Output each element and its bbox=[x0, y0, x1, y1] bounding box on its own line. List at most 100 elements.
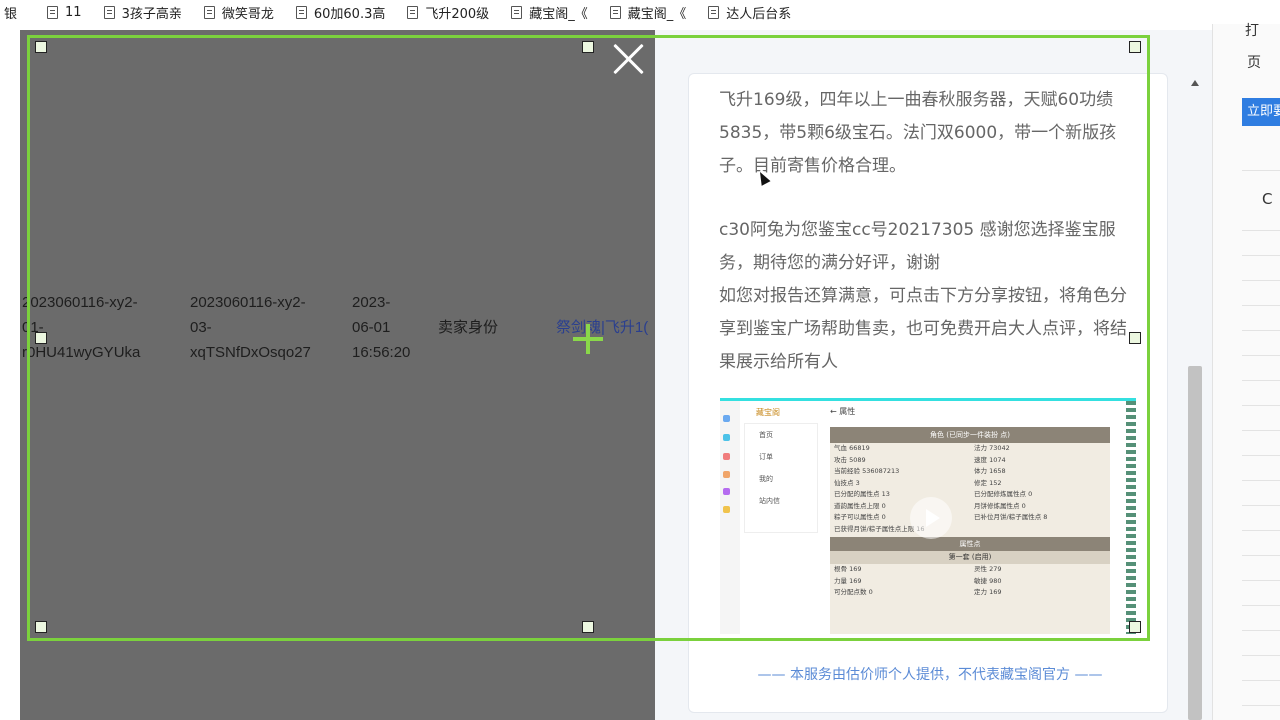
preview-row: 根骨 169 灵性 279 bbox=[830, 564, 1110, 576]
table-cell-role-id: 2023060116-xy2- 03- xqTSNfDxOsqo27 bbox=[190, 290, 340, 365]
stat: 已分配修炼属性点 0 bbox=[974, 490, 1033, 498]
divider bbox=[1242, 655, 1280, 656]
bookmark-item[interactable]: 11 bbox=[47, 5, 82, 20]
preview-subheader-set: 第一套 (启用) bbox=[830, 551, 1110, 564]
stat: 速度 1074 bbox=[974, 455, 1006, 464]
divider bbox=[1242, 330, 1280, 331]
stat: 可分配点数 0 bbox=[834, 588, 873, 596]
play-icon[interactable] bbox=[910, 497, 952, 539]
bookmark-item[interactable]: 银 bbox=[4, 3, 17, 22]
preview-menu-item: 站内信 bbox=[759, 497, 780, 505]
report-paragraph-1: 飞升169级，四年以上一曲春秋服务器，天赋60功绩5835，带5颗6级宝石。法门… bbox=[719, 90, 1117, 176]
side-item-page[interactable]: 页 bbox=[1247, 52, 1261, 72]
bookmark-label: 微笑哥龙 bbox=[221, 6, 274, 22]
page-icon bbox=[407, 5, 419, 19]
preview-stats-table: 角色 (已同步一件装扮 点) 气血 66819 法力 73042 攻击 5089 速… bbox=[830, 427, 1110, 634]
move-crosshair-icon[interactable] bbox=[573, 324, 603, 354]
divider bbox=[1242, 555, 1280, 556]
preview-title: ← 属性 bbox=[830, 407, 856, 416]
preview-row: 力量 169 敏捷 980 bbox=[830, 576, 1110, 588]
preview-menu-item: 首页 bbox=[759, 431, 773, 439]
resize-handle-top[interactable] bbox=[582, 41, 594, 53]
preview-nav bbox=[720, 401, 740, 634]
bookmark-item[interactable]: 飞升200级 bbox=[407, 3, 489, 22]
stat: 力量 169 bbox=[834, 576, 862, 585]
bookmark-label: 藏宝阁_《 bbox=[627, 6, 687, 22]
page-icon bbox=[609, 5, 621, 19]
preview-logo: 藏宝阁 bbox=[756, 408, 780, 417]
preview-row: 可分配点数 0 定力 169 bbox=[830, 587, 1110, 599]
preview-subheader: 属性点 bbox=[830, 537, 1110, 551]
stat: 当前经验 536087213 bbox=[834, 467, 900, 475]
resize-handle-right[interactable] bbox=[1129, 332, 1141, 344]
divider bbox=[1242, 305, 1280, 306]
bookmark-label: 达人后台系 bbox=[726, 6, 792, 22]
cell-line: 03- bbox=[190, 319, 212, 336]
preview-menu-item: 我的 bbox=[759, 475, 773, 483]
cell-line: 2023060116-xy2- bbox=[190, 294, 306, 311]
bookmark-item[interactable]: 达人后台系 bbox=[708, 3, 791, 22]
preview-menu: 首页 订单 我的 站内信 bbox=[744, 423, 818, 533]
bookmark-item[interactable]: 3孩子高亲 bbox=[103, 3, 182, 22]
table-cell-order-id: 2023060116-xy2- 01- r0HU41wyGYUka bbox=[22, 290, 182, 365]
bookmark-label: 银 bbox=[4, 6, 18, 22]
divider bbox=[1242, 705, 1280, 706]
bookmark-label: 11 bbox=[65, 4, 82, 20]
report-screenshot[interactable]: 藏宝阁 首页 订单 我的 站内信 ← 属性 角色 (已同步一件装扮 点) 气血 … bbox=[720, 398, 1136, 634]
stat: 已补位月饼/粽子属性点 8 bbox=[974, 513, 1048, 521]
stat: 攻击 5089 bbox=[834, 455, 866, 464]
divider bbox=[1242, 680, 1280, 681]
preview-row: 攻击 5089 速度 1074 bbox=[830, 455, 1110, 467]
stat: 仙技点 3 bbox=[834, 478, 860, 487]
side-item-print[interactable]: 打 bbox=[1245, 20, 1259, 40]
table-cell-role-link[interactable]: 祭剑魂|飞升1( bbox=[556, 315, 655, 340]
modal-backdrop[interactable] bbox=[20, 30, 655, 720]
bookmark-item[interactable]: 微笑哥龙 bbox=[203, 3, 274, 22]
bookmark-item[interactable]: 藏宝阁_《 bbox=[609, 3, 687, 22]
divider bbox=[1242, 530, 1280, 531]
divider bbox=[1242, 505, 1280, 506]
divider bbox=[1242, 580, 1280, 581]
resize-handle-top-left[interactable] bbox=[35, 41, 47, 53]
preview-row: 已分配的属性点 13 已分配修炼属性点 0 bbox=[830, 489, 1110, 501]
cell-line: 06-01 bbox=[352, 319, 391, 336]
side-letter: C bbox=[1262, 190, 1273, 208]
page-icon bbox=[511, 5, 523, 19]
divider bbox=[1242, 230, 1280, 231]
divider bbox=[1242, 255, 1280, 256]
bookmark-item[interactable]: 60加60.3高 bbox=[295, 3, 385, 22]
qr-code-icon bbox=[1126, 401, 1136, 634]
table-cell-date: 2023- 06-01 16:56:20 bbox=[352, 290, 432, 365]
page-icon bbox=[295, 5, 307, 19]
bookmark-label: 藏宝阁_《 bbox=[529, 6, 588, 22]
preview-row: 道韵属性点上限 0 月饼修炼属性点 0 bbox=[830, 501, 1110, 513]
resize-handle-bottom-left[interactable] bbox=[35, 621, 47, 633]
scroll-up-icon[interactable] bbox=[1191, 80, 1199, 86]
preview-menu-item: 订单 bbox=[759, 453, 773, 461]
resize-handle-top-right[interactable] bbox=[1129, 41, 1141, 53]
divider bbox=[1242, 280, 1280, 281]
page-left-edge bbox=[0, 24, 20, 720]
divider bbox=[1242, 480, 1280, 481]
divider bbox=[1242, 455, 1280, 456]
page-icon bbox=[103, 5, 115, 19]
resize-handle-bottom[interactable] bbox=[582, 621, 594, 633]
stat: 已分配的属性点 13 bbox=[834, 490, 890, 498]
bookmark-item[interactable]: 藏宝阁_《 bbox=[511, 3, 588, 22]
preview-row: 当前经验 536087213 体力 1658 bbox=[830, 466, 1110, 478]
stat bbox=[970, 524, 1110, 536]
report-paragraph-2: c30阿兔为您鉴宝cc号20217305 感谢您选择鉴宝服务，期待您的满分好评，… bbox=[719, 220, 1116, 273]
stat: 修定 152 bbox=[974, 478, 1002, 487]
side-action-button[interactable]: 立即要 bbox=[1242, 98, 1280, 126]
page-icon bbox=[203, 5, 215, 19]
resize-handle-bottom-right[interactable] bbox=[1129, 621, 1141, 633]
close-icon[interactable] bbox=[612, 42, 646, 76]
report-paragraph-3: 如您对报告还算满意，可点击下方分享按钮，将角色分享到鉴宝广场帮助售卖，也可免费开… bbox=[719, 286, 1127, 372]
table-cell-identity: 卖家身份 bbox=[438, 319, 499, 336]
scrollbar-thumb[interactable] bbox=[1188, 366, 1202, 720]
nav-dot-icon bbox=[723, 434, 730, 441]
cell-line: xqTSNfDxOsqo27 bbox=[190, 344, 311, 361]
resize-handle-left[interactable] bbox=[35, 332, 47, 344]
side-panel-edge bbox=[1212, 24, 1280, 720]
preview-row: 粽子可以属性点 0 已补位月饼/粽子属性点 8 bbox=[830, 512, 1110, 524]
